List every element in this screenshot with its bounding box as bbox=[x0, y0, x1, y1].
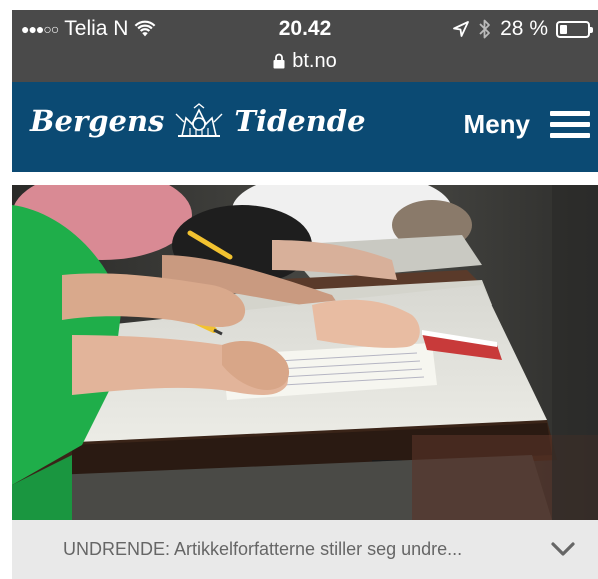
bluetooth-icon bbox=[479, 19, 491, 39]
hero-photo bbox=[12, 185, 598, 520]
crest-icon bbox=[175, 103, 223, 137]
chevron-down-icon[interactable] bbox=[550, 540, 576, 558]
location-arrow-icon bbox=[453, 21, 470, 37]
lock-icon bbox=[273, 53, 285, 69]
url-text: bt.no bbox=[292, 50, 337, 72]
logo-text-right: Tidende bbox=[234, 104, 366, 138]
phone-screen: ●●●○○ Telia N 20.42 28 % bt.no Bergens T… bbox=[0, 0, 598, 579]
status-bar: ●●●○○ Telia N 20.42 28 % bt.no bbox=[12, 10, 598, 82]
site-logo[interactable]: Bergens Tidende bbox=[30, 102, 366, 140]
battery-icon bbox=[556, 20, 593, 38]
hamburger-icon bbox=[550, 109, 590, 139]
site-header: Bergens Tidende Meny bbox=[12, 82, 598, 172]
battery-percentage: 28 % bbox=[500, 17, 548, 40]
battery-level-fill bbox=[560, 24, 568, 34]
image-caption-bar[interactable]: UNDRENDE: Artikkelforfatterne stiller se… bbox=[12, 520, 598, 579]
address-bar[interactable]: bt.no bbox=[12, 48, 598, 74]
menu-button[interactable]: Meny bbox=[464, 108, 590, 140]
menu-label: Meny bbox=[463, 109, 530, 139]
status-right: 28 % bbox=[452, 16, 593, 42]
image-caption: UNDRENDE: Artikkelforfatterne stiller se… bbox=[63, 539, 463, 559]
logo-text-left: Bergens bbox=[30, 104, 165, 138]
article-hero-image[interactable] bbox=[12, 185, 598, 520]
